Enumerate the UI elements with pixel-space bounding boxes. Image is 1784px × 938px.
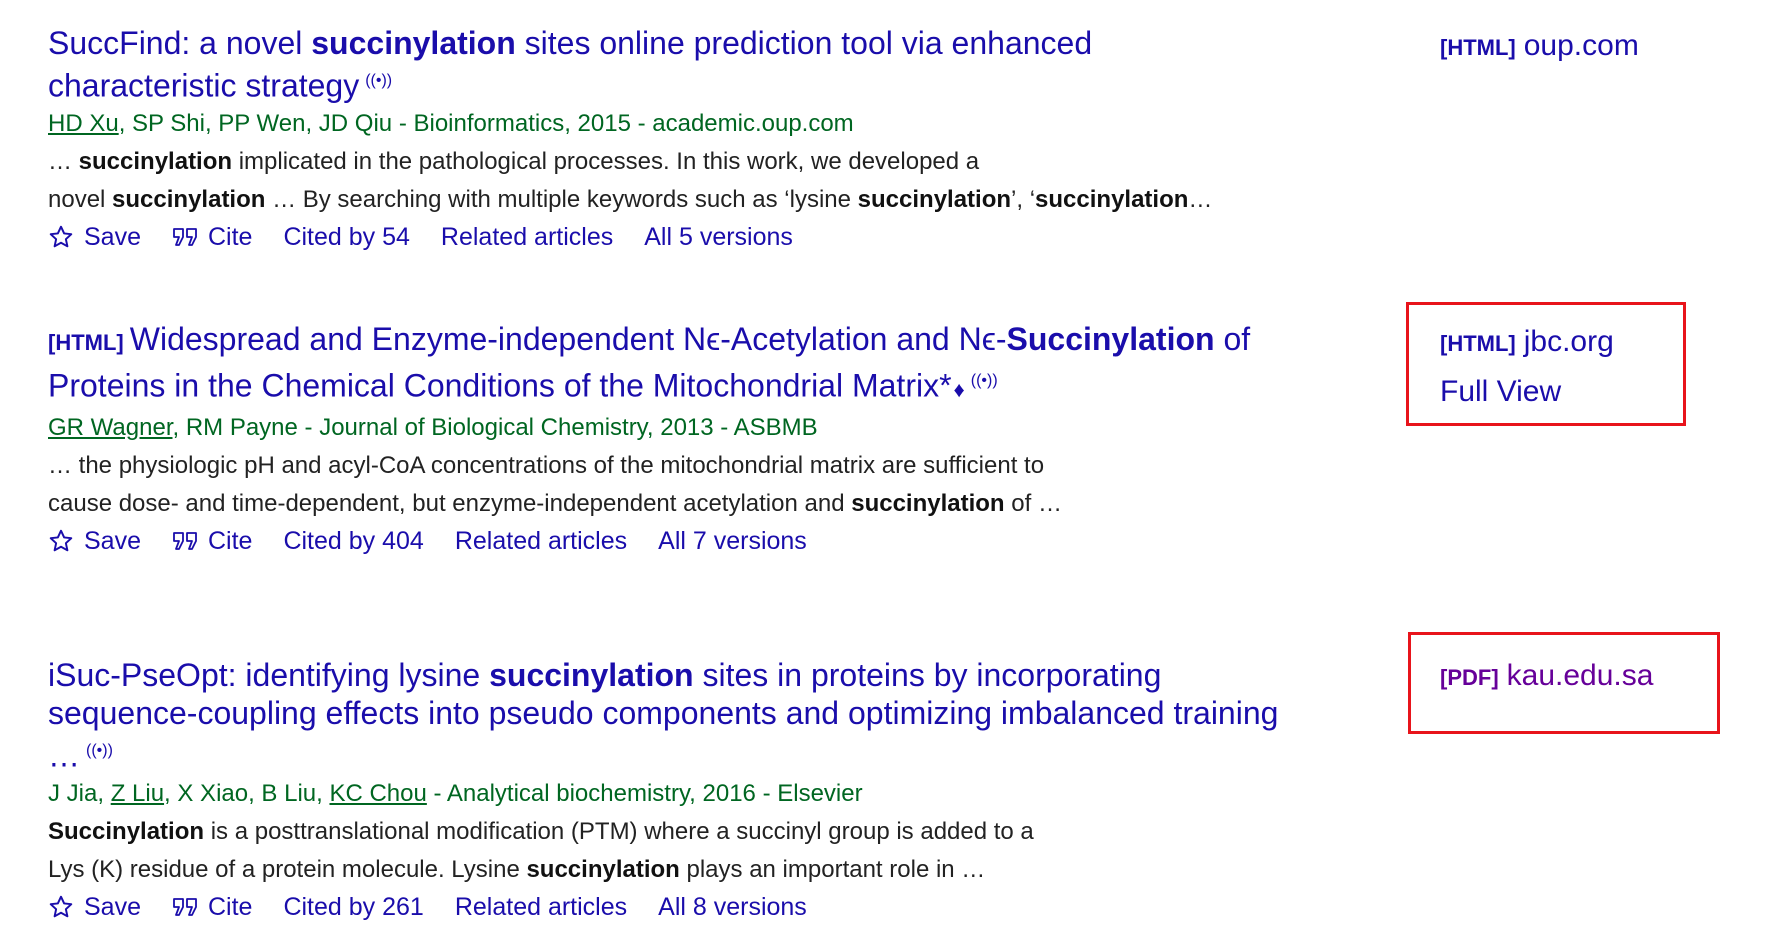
audio-icon[interactable]: ((•)) — [365, 72, 392, 89]
cite-button[interactable]: Cite — [172, 893, 252, 922]
save-button[interactable]: Save — [48, 223, 141, 252]
result-title-link[interactable]: [HTML] Widespread and Enzyme-independent … — [48, 320, 1288, 409]
result-title-link[interactable]: SuccFind: a novel succinylation sites on… — [48, 24, 1288, 105]
full-view-link[interactable]: Full View — [1440, 368, 1614, 416]
result-meta: GR Wagner, RM Payne - Journal of Biologi… — [48, 413, 818, 441]
format-tag: [HTML] — [48, 330, 124, 355]
result-snippet: … the physiologic pH and acyl-CoA concen… — [48, 451, 1062, 517]
all-versions-link[interactable]: All 5 versions — [644, 223, 793, 252]
quote-icon — [173, 898, 197, 917]
quote-icon — [173, 228, 197, 247]
all-versions-link[interactable]: All 7 versions — [658, 527, 807, 556]
result-actions: Save Cite Cited by 54 Related articles A… — [48, 223, 1328, 252]
side-link-kau[interactable]: [PDF] kau.edu.sa — [1440, 652, 1653, 702]
related-articles-link[interactable]: Related articles — [441, 223, 613, 252]
star-icon — [49, 895, 73, 918]
author-link[interactable]: KC Chou — [329, 780, 426, 807]
related-articles-link[interactable]: Related articles — [455, 893, 627, 922]
author-link[interactable]: HD Xu — [48, 110, 119, 137]
star-icon — [49, 225, 73, 248]
author-link[interactable]: Z Liu — [111, 780, 164, 807]
diamond-icon: ♦ — [953, 376, 965, 402]
result-2: [HTML] Widespread and Enzyme-independent … — [48, 320, 1328, 556]
save-button[interactable]: Save — [48, 527, 141, 556]
result-3: iSuc-PseOpt: identifying lysine succinyl… — [48, 656, 1328, 922]
result-actions: Save Cite Cited by 261 Related articles … — [48, 893, 1328, 922]
result-1: SuccFind: a novel succinylation sites on… — [48, 24, 1328, 252]
author-link[interactable]: GR Wagner — [48, 414, 173, 441]
cited-by-link[interactable]: Cited by 54 — [283, 223, 409, 252]
result-actions: Save Cite Cited by 404 Related articles … — [48, 527, 1328, 556]
result-snippet: … succinylation implicated in the pathol… — [48, 147, 1213, 213]
save-button[interactable]: Save — [48, 893, 141, 922]
result-meta: HD Xu, SP Shi, PP Wen, JD Qiu - Bioinfor… — [48, 109, 854, 137]
cited-by-link[interactable]: Cited by 261 — [283, 893, 423, 922]
cited-by-link[interactable]: Cited by 404 — [283, 527, 423, 556]
result-meta: J Jia, Z Liu, X Xiao, B Liu, KC Chou - A… — [48, 779, 863, 807]
side-link-oup[interactable]: [HTML] oup.com — [1440, 22, 1639, 72]
side-link-jbc[interactable]: [HTML] jbc.org Full View — [1440, 318, 1614, 416]
cite-button[interactable]: Cite — [172, 527, 252, 556]
related-articles-link[interactable]: Related articles — [455, 527, 627, 556]
audio-icon[interactable]: ((•)) — [971, 372, 998, 389]
audio-icon[interactable]: ((•)) — [86, 742, 113, 759]
cite-button[interactable]: Cite — [172, 223, 252, 252]
all-versions-link[interactable]: All 8 versions — [658, 893, 807, 922]
quote-icon — [173, 532, 197, 551]
result-title-link[interactable]: iSuc-PseOpt: identifying lysine succinyl… — [48, 656, 1288, 775]
result-snippet: Succinylation is a posttranslational mod… — [48, 817, 1034, 883]
star-icon — [49, 529, 73, 552]
